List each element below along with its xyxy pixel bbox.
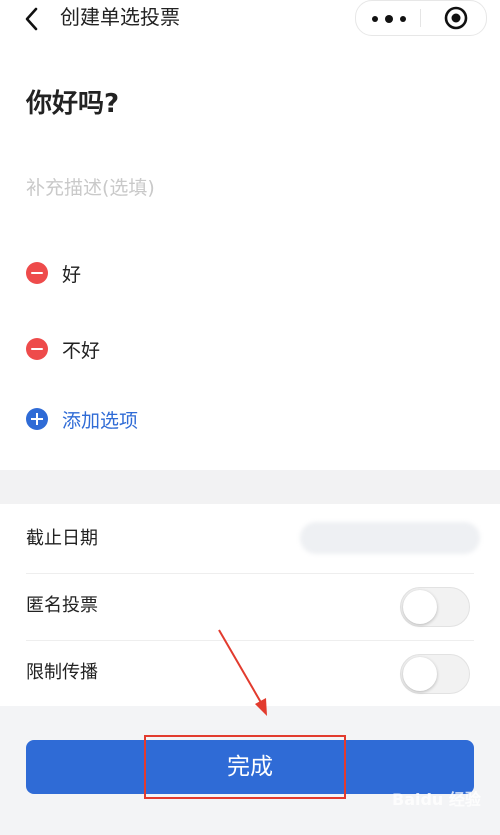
chevron-left-icon <box>25 7 38 31</box>
close-mini-program-button[interactable] <box>443 5 469 31</box>
nav-bar: 创建单选投票 <box>0 0 500 50</box>
toggle-knob <box>403 657 437 691</box>
back-button[interactable] <box>20 6 46 32</box>
description-input[interactable]: 补充描述(选填) <box>26 174 155 202</box>
option-item: 好 <box>26 258 81 288</box>
toggle-knob <box>403 590 437 624</box>
record-target-icon <box>444 6 468 30</box>
deadline-label: 截止日期 <box>26 528 98 549</box>
option-text[interactable]: 好 <box>62 260 81 287</box>
poll-question[interactable]: 你好吗? <box>26 84 119 124</box>
option-item: 不好 <box>26 334 100 364</box>
deadline-value[interactable] <box>300 522 480 554</box>
add-option-button[interactable]: 添加选项 <box>26 404 138 434</box>
restrict-label: 限制传播 <box>26 662 98 683</box>
restrict-row: 限制传播 <box>26 640 474 707</box>
watermark: Baidu 经验 <box>392 790 481 809</box>
add-option-label: 添加选项 <box>62 409 139 432</box>
deadline-row[interactable]: 截止日期 <box>26 506 480 574</box>
add-circle-icon <box>26 408 48 430</box>
mini-program-capsule <box>355 0 487 36</box>
capsule-divider <box>420 9 421 27</box>
section-divider <box>0 470 500 504</box>
remove-option-icon[interactable] <box>26 262 48 284</box>
page-title: 创建单选投票 <box>60 5 180 29</box>
remove-option-icon[interactable] <box>26 338 48 360</box>
annotation-highlight-box <box>144 735 346 799</box>
anonymous-toggle[interactable] <box>400 587 470 627</box>
more-button[interactable] <box>372 14 408 24</box>
anonymous-label: 匿名投票 <box>26 595 98 616</box>
more-dots-icon <box>372 16 378 22</box>
anonymous-row: 匿名投票 <box>26 573 474 641</box>
restrict-toggle[interactable] <box>400 654 470 694</box>
option-text[interactable]: 不好 <box>62 336 100 363</box>
